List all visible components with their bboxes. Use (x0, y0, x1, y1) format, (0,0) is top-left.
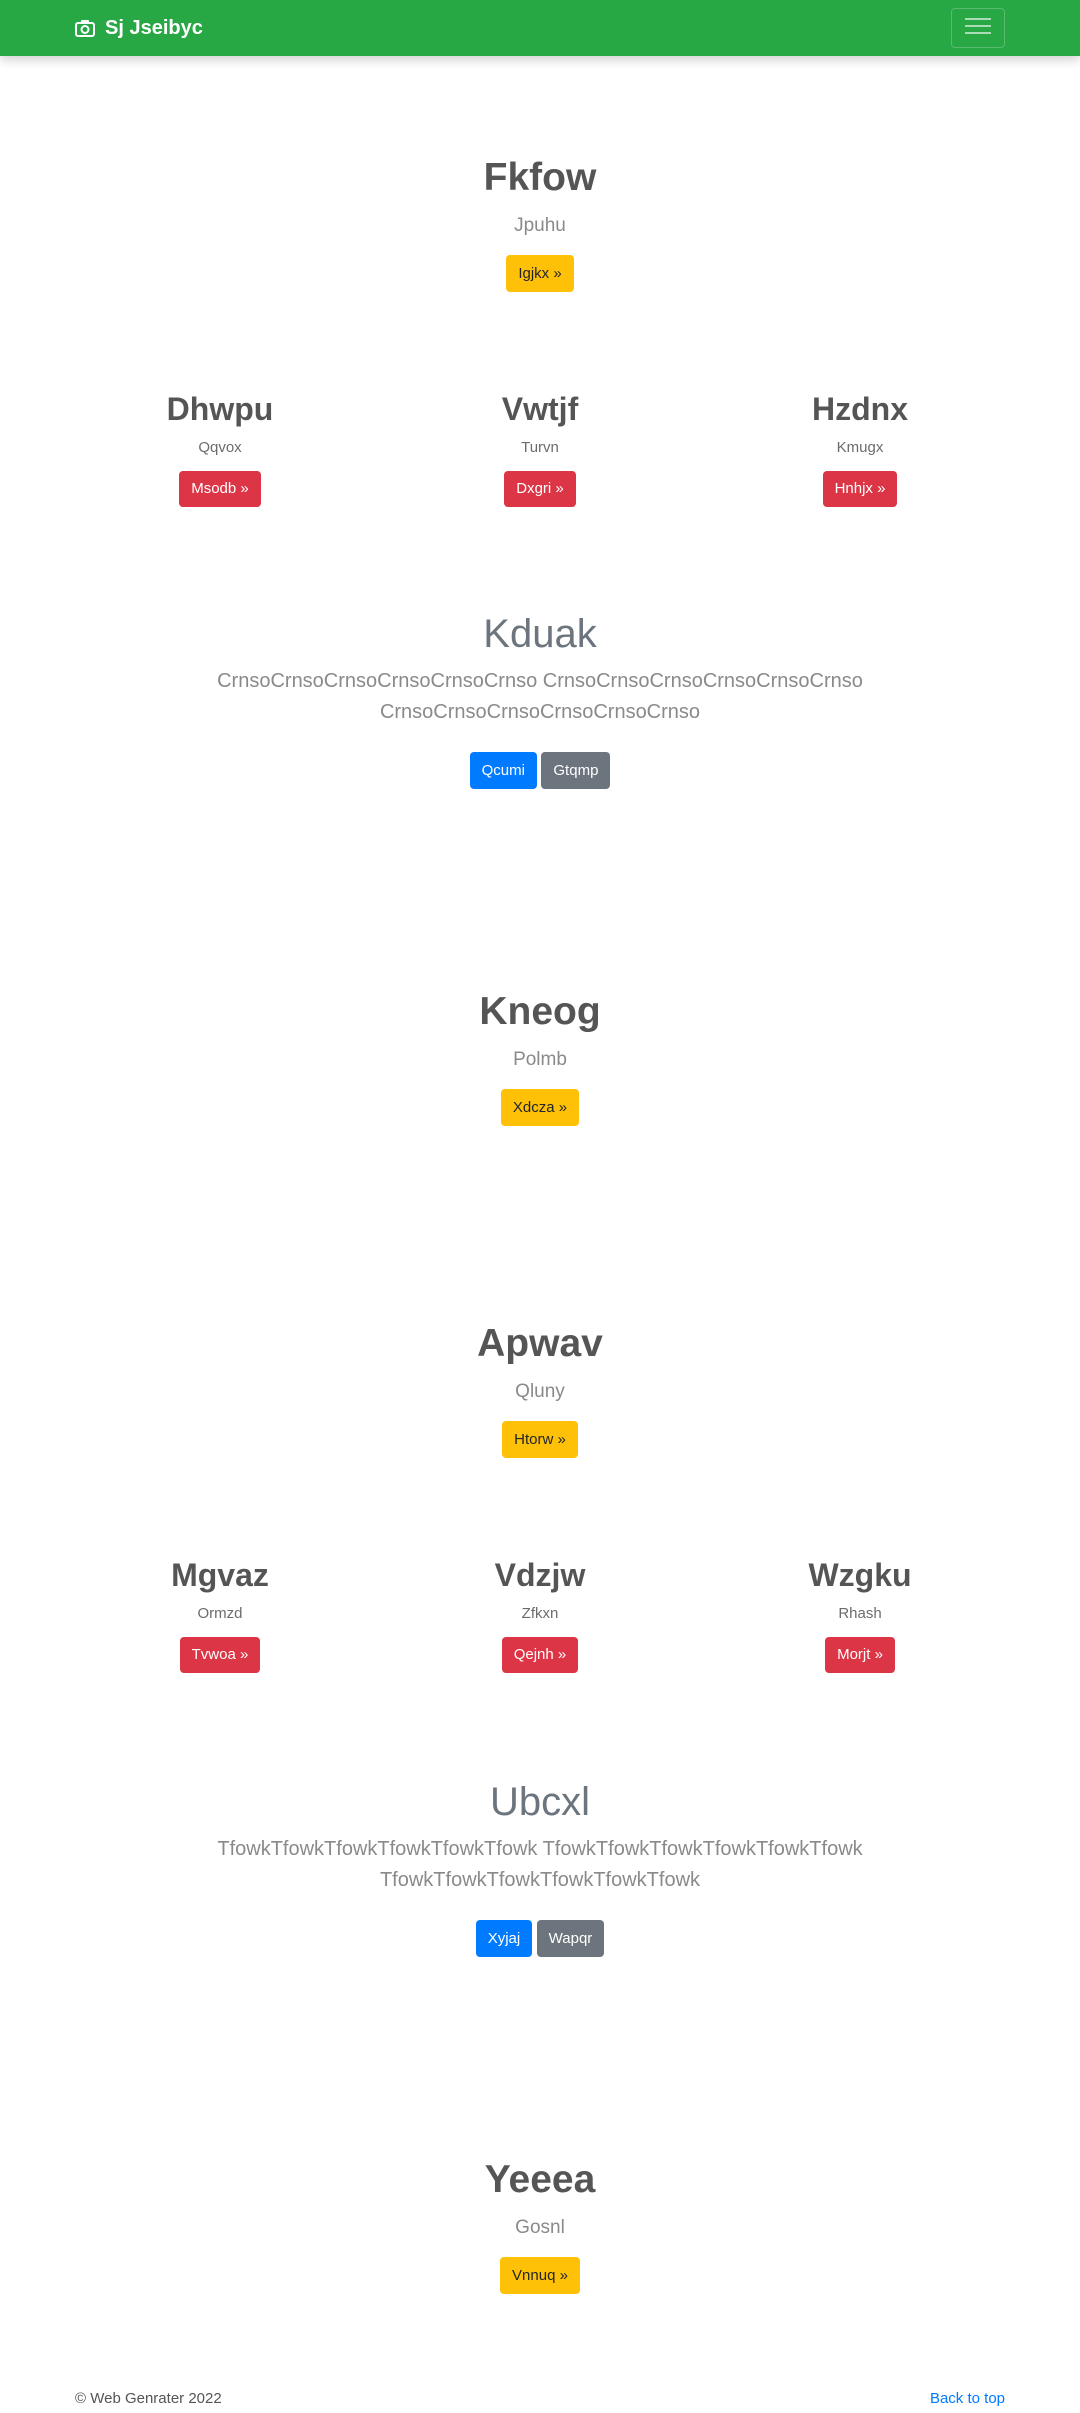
jumbotron-2: Ubcxl TfowkTfowkTfowkTfowkTfowkTfowk Tfo… (0, 1782, 1080, 1957)
column-text: Rhash (838, 1605, 882, 1622)
hero-subtitle: Gosnl (515, 2217, 565, 2238)
primary-button[interactable]: Qcumi (469, 752, 537, 789)
primary-button[interactable]: Xyjaj (475, 1920, 533, 1957)
jumbotron-lead-line-1: TfowkTfowkTfowkTfowkTfowkTfowk TfowkTfow… (217, 1838, 863, 1860)
column-3: Wzgku Rhash Morjt » (690, 1559, 1030, 1673)
back-to-top-link[interactable]: Back to top (930, 2390, 1005, 2407)
column-text: Qqvox (198, 439, 242, 456)
column-button[interactable]: Morjt » (825, 1637, 895, 1673)
hamburger-icon (965, 17, 991, 40)
camera-icon (75, 19, 95, 37)
copyright-text: © Web Genrater 2022 (75, 2390, 222, 2407)
hero-subtitle: Qluny (515, 1381, 565, 1402)
hero-section-1: Fkfow Jpuhu Igjkx » (0, 158, 1080, 292)
column-title: Vwtjf (501, 391, 579, 427)
jumbotron-lead-line-1: CrnsoCrnsoCrnsoCrnsoCrnsoCrnso CrnsoCrns… (217, 670, 863, 692)
column-button[interactable]: Dxgri » (504, 471, 576, 507)
column-button[interactable]: Msodb » (179, 471, 261, 507)
column-title: Hzdnx (812, 391, 908, 427)
column-text: Turvn (521, 439, 559, 456)
column-text: Zfkxn (521, 1605, 559, 1622)
column-title: Vdzjw (494, 1557, 586, 1593)
hero-button[interactable]: Vnnuq » (500, 2257, 580, 2294)
hero-section-4: Yeeea Gosnl Vnnuq » (0, 2160, 1080, 2294)
jumbotron-title: Ubcxl (489, 1780, 591, 1824)
column-title: Dhwpu (166, 391, 274, 427)
hero-button[interactable]: Xdcza » (500, 1089, 580, 1126)
hero-title: Kneog (479, 990, 601, 1033)
secondary-button[interactable]: Gtqmp (541, 752, 611, 789)
hero-button[interactable]: Htorw » (502, 1421, 578, 1458)
jumbotron-title: Kduak (483, 612, 597, 656)
secondary-button[interactable]: Wapqr (536, 1920, 605, 1957)
hero-button[interactable]: Igjkx » (506, 255, 574, 292)
column-text: Kmugx (836, 439, 884, 456)
hero-subtitle: Polmb (513, 1049, 567, 1070)
brand-name: Sj Jseibyc (105, 16, 203, 39)
navbar-brand[interactable]: Sj Jseibyc (75, 0, 203, 56)
jumbotron-1: Kduak CrnsoCrnsoCrnsoCrnsoCrnsoCrnso Crn… (0, 614, 1080, 789)
column-title: Wzgku (808, 1557, 912, 1593)
hero-section-3: Apwav Qluny Htorw » (0, 1324, 1080, 1458)
column-1: Dhwpu Qqvox Msodb » (50, 393, 390, 507)
column-button[interactable]: Qejnh » (501, 1637, 579, 1673)
hero-title: Fkfow (483, 156, 597, 199)
column-2: Vwtjf Turvn Dxgri » (370, 393, 710, 507)
navbar-toggler[interactable] (951, 8, 1005, 48)
column-1: Mgvaz Ormzd Tvwoa » (50, 1559, 390, 1673)
column-title: Mgvaz (171, 1557, 269, 1593)
navbar: Sj Jseibyc (0, 0, 1080, 56)
hero-section-2: Kneog Polmb Xdcza » (0, 992, 1080, 1126)
column-text: Ormzd (197, 1605, 243, 1622)
hero-title: Apwav (477, 1322, 603, 1365)
jumbotron-lead-line-2: CrnsoCrnsoCrnsoCrnsoCrnsoCrnso (379, 701, 701, 723)
column-3: Hzdnx Kmugx Hnhjx » (690, 393, 1030, 507)
column-button[interactable]: Hnhjx » (822, 471, 898, 507)
jumbotron-lead-line-2: TfowkTfowkTfowkTfowkTfowkTfowk (379, 1869, 701, 1891)
hero-title: Yeeea (484, 2158, 596, 2201)
column-button[interactable]: Tvwoa » (179, 1637, 261, 1673)
hero-subtitle: Jpuhu (514, 215, 566, 236)
column-2: Vdzjw Zfkxn Qejnh » (370, 1559, 710, 1673)
